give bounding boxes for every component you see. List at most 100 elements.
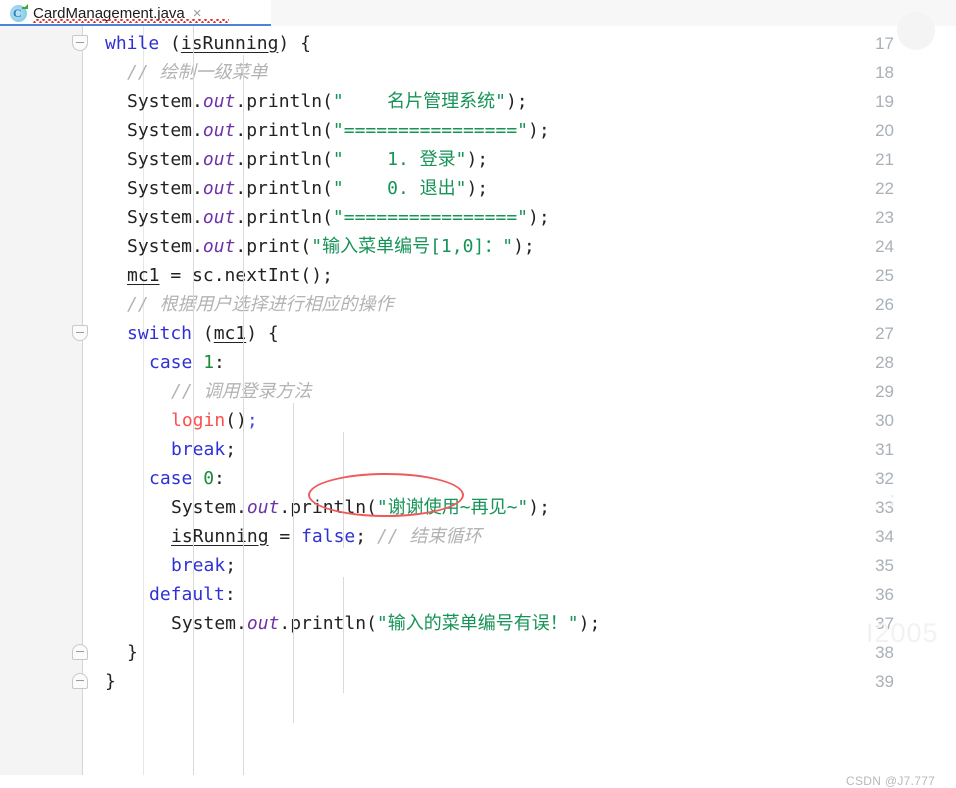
- code-token: );: [466, 178, 489, 199]
- code-content[interactable]: while (isRunning) {// 绘制一级菜单 System.out.p…: [0, 26, 956, 775]
- code-line[interactable]: // 绘制一级菜单: [127, 58, 268, 87]
- code-token: =: [268, 526, 302, 547]
- code-token: .println(: [279, 497, 377, 518]
- code-line[interactable]: System.out.print("输入菜单编号[1,0]：");: [127, 232, 535, 261]
- code-line[interactable]: System.out.println(" 1. 登录");: [127, 145, 488, 174]
- code-token: .println(: [235, 178, 333, 199]
- code-token: );: [505, 91, 528, 112]
- tab-title-error-underline: [33, 19, 229, 23]
- code-token: );: [528, 207, 550, 228]
- code-line[interactable]: }: [105, 667, 116, 696]
- code-token: case: [149, 468, 193, 489]
- code-token: :: [224, 584, 236, 605]
- minus-icon: [76, 332, 84, 333]
- code-line[interactable]: System.out.println("================");: [127, 116, 550, 145]
- fold-toggle-shape: [72, 325, 88, 341]
- code-line[interactable]: // 根据用户选择进行相应的操作: [127, 290, 394, 319]
- fold-toggle-shape: [72, 673, 88, 689]
- code-token: "谢谢使用~再见~": [376, 497, 529, 518]
- code-editor[interactable]: 17 18 19 20 21 22 23 24 25 26 27 28 29 30 31 32 33 34 35 36…: [0, 12, 956, 788]
- code-token: }: [105, 671, 116, 692]
- code-token: = sc.nextInt();: [159, 265, 333, 286]
- code-token: );: [528, 497, 550, 518]
- java-class-icon-arrow-tail: [22, 6, 27, 9]
- code-token: "输入的菜单编号有误！": [376, 613, 579, 634]
- fold-toggle-icon[interactable]: [72, 673, 89, 693]
- code-token: isRunning: [171, 526, 269, 547]
- code-token: "输入菜单编号[1,0]：": [311, 236, 514, 257]
- indent-guide: [293, 403, 294, 723]
- code-token: out: [202, 178, 236, 199]
- minus-icon: [76, 42, 84, 43]
- fold-toggle-icon[interactable]: [72, 325, 89, 345]
- code-line[interactable]: System.out.println("谢谢使用~再见~");: [171, 493, 550, 522]
- code-token: out: [202, 91, 236, 112]
- indent-guide: [343, 577, 344, 693]
- code-token: case: [149, 352, 193, 373]
- code-line[interactable]: case 0:: [149, 464, 225, 493]
- code-line[interactable]: System.out.println("输入的菜单编号有误！");: [171, 609, 600, 638]
- code-token: isRunning: [180, 33, 279, 54]
- csdn-watermark: CSDN @J7.777: [846, 774, 936, 788]
- code-line[interactable]: login();: [171, 406, 258, 435]
- code-line[interactable]: System.out.println(" 名片管理系统");: [127, 87, 528, 116]
- code-token: out: [202, 149, 236, 170]
- code-token: System.: [127, 120, 203, 141]
- code-token: mc1: [127, 265, 160, 286]
- code-token: // 绘制一级菜单: [127, 62, 268, 83]
- code-token: System.: [127, 207, 203, 228]
- code-token: .println(: [279, 613, 377, 634]
- watermark-text: I2005: [866, 618, 939, 648]
- tab-bar-empty-space: [271, 0, 956, 26]
- code-token: (: [159, 33, 181, 54]
- code-line[interactable]: mc1 = sc.nextInt();: [127, 261, 333, 290]
- code-line[interactable]: System.out.println("================");: [127, 203, 550, 232]
- editor-tab-bar: C CardManagement.java ×: [0, 0, 956, 26]
- code-token: break: [171, 439, 226, 460]
- code-token: }: [127, 642, 138, 663]
- code-token: switch: [127, 323, 193, 344]
- code-token: .println(: [235, 120, 333, 141]
- code-line[interactable]: break;: [171, 551, 236, 580]
- indent-guide: [343, 432, 344, 548]
- code-line[interactable]: }: [127, 638, 138, 667]
- fold-toggle-icon[interactable]: [72, 35, 89, 55]
- code-token: default: [149, 584, 225, 605]
- code-token: .println(: [235, 91, 333, 112]
- code-token: ) {: [278, 33, 311, 54]
- fold-toggle-icon[interactable]: [72, 644, 89, 664]
- code-token: System.: [171, 613, 247, 634]
- code-line[interactable]: break;: [171, 435, 236, 464]
- code-token: " 名片管理系统": [332, 91, 506, 112]
- code-token: );: [578, 613, 601, 634]
- code-token: System.: [127, 178, 203, 199]
- code-token: login: [171, 410, 226, 431]
- code-token: while: [105, 33, 160, 54]
- code-token: false: [301, 526, 356, 547]
- indent-guide: [243, 55, 244, 775]
- code-line[interactable]: System.out.println(" 0. 退出");: [127, 174, 488, 203]
- code-token: System.: [127, 149, 203, 170]
- code-token: :: [214, 468, 225, 489]
- code-line[interactable]: while (isRunning) {: [105, 29, 311, 58]
- code-token: " 1. 登录": [332, 149, 467, 170]
- java-class-icon-letter: C: [13, 5, 22, 20]
- code-token: ;: [246, 410, 258, 431]
- code-token: out: [202, 207, 236, 228]
- code-token: ;: [225, 555, 237, 576]
- code-token: " 0. 退出": [332, 178, 467, 199]
- minus-icon: [76, 651, 84, 652]
- code-token: );: [513, 236, 535, 257]
- code-line[interactable]: isRunning = false; // 结束循环: [171, 522, 481, 551]
- code-token: // 根据用户选择进行相应的操作: [127, 294, 394, 315]
- code-line[interactable]: case 1:: [149, 348, 225, 377]
- indent-guide: [193, 26, 194, 775]
- code-line[interactable]: switch (mc1) {: [127, 319, 279, 348]
- code-token: // 结束循环: [376, 526, 482, 547]
- code-token: 1: [203, 352, 215, 373]
- code-token: 0: [203, 468, 215, 489]
- code-token: System.: [127, 91, 203, 112]
- code-token: ;: [355, 526, 377, 547]
- code-token: ;: [225, 439, 237, 460]
- code-token: );: [466, 149, 489, 170]
